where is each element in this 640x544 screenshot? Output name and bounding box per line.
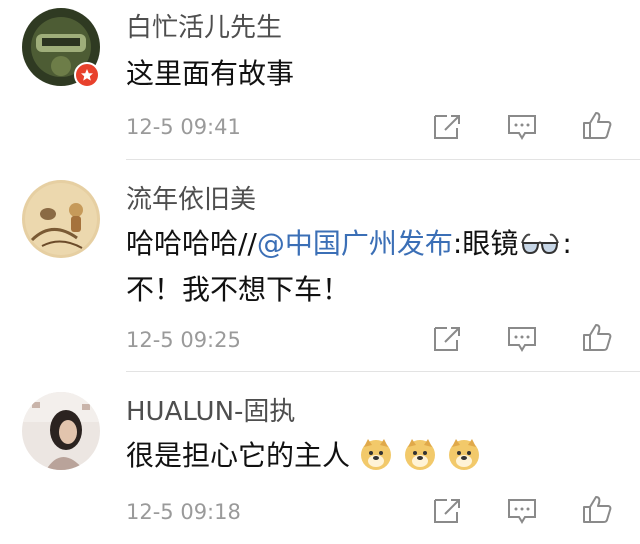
repost-icon[interactable] (430, 496, 464, 526)
comment-item: 白忙活儿先生 这里面有故事 12-5 09:41 (0, 0, 640, 160)
repost-icon[interactable] (430, 112, 464, 142)
comment-icon[interactable] (505, 496, 539, 526)
timestamp: 12-5 09:41 (126, 115, 241, 139)
avatar[interactable] (22, 392, 100, 470)
repost-icon[interactable] (430, 324, 464, 354)
comment-text: 这里面有故事 (126, 57, 295, 90)
like-icon[interactable] (580, 494, 614, 524)
comment-text-colon: : (562, 227, 572, 260)
username[interactable]: 流年依旧美 (126, 184, 256, 216)
avatar[interactable] (22, 180, 100, 258)
like-icon[interactable] (580, 110, 614, 140)
glasses-emoji (520, 226, 560, 255)
mention-link[interactable]: @中国广州发布 (257, 227, 453, 260)
timestamp: 12-5 09:25 (126, 328, 241, 352)
comment-text-mid: :眼镜 (452, 227, 519, 260)
comment-item: 流年依旧美 哈哈哈哈//@中国广州发布:眼镜: 不！我不想下车！ 12-5 09… (0, 160, 640, 372)
comment-text-content: 很是担心它的主人 (126, 439, 351, 472)
comment-item: HUALUN-固执 很是担心它的主人 12-5 09:18 (0, 372, 640, 544)
username[interactable]: 白忙活儿先生 (126, 12, 282, 44)
doge-emoji (447, 437, 481, 471)
comment-text: 哈哈哈哈//@中国广州发布:眼镜: (126, 222, 572, 266)
username[interactable]: HUALUN-固执 (126, 396, 295, 428)
comment-text: 很是担心它的主人 (126, 434, 491, 478)
comment-icon[interactable] (505, 112, 539, 142)
comment-icon[interactable] (505, 324, 539, 354)
verified-badge (74, 62, 100, 88)
doge-emoji (403, 437, 437, 471)
comment-text-line2: 不！我不想下车！ (126, 273, 351, 306)
comment-text-prefix: 哈哈哈哈// (126, 227, 257, 260)
doge-emoji (359, 437, 393, 471)
timestamp: 12-5 09:18 (126, 500, 241, 524)
like-icon[interactable] (580, 322, 614, 352)
